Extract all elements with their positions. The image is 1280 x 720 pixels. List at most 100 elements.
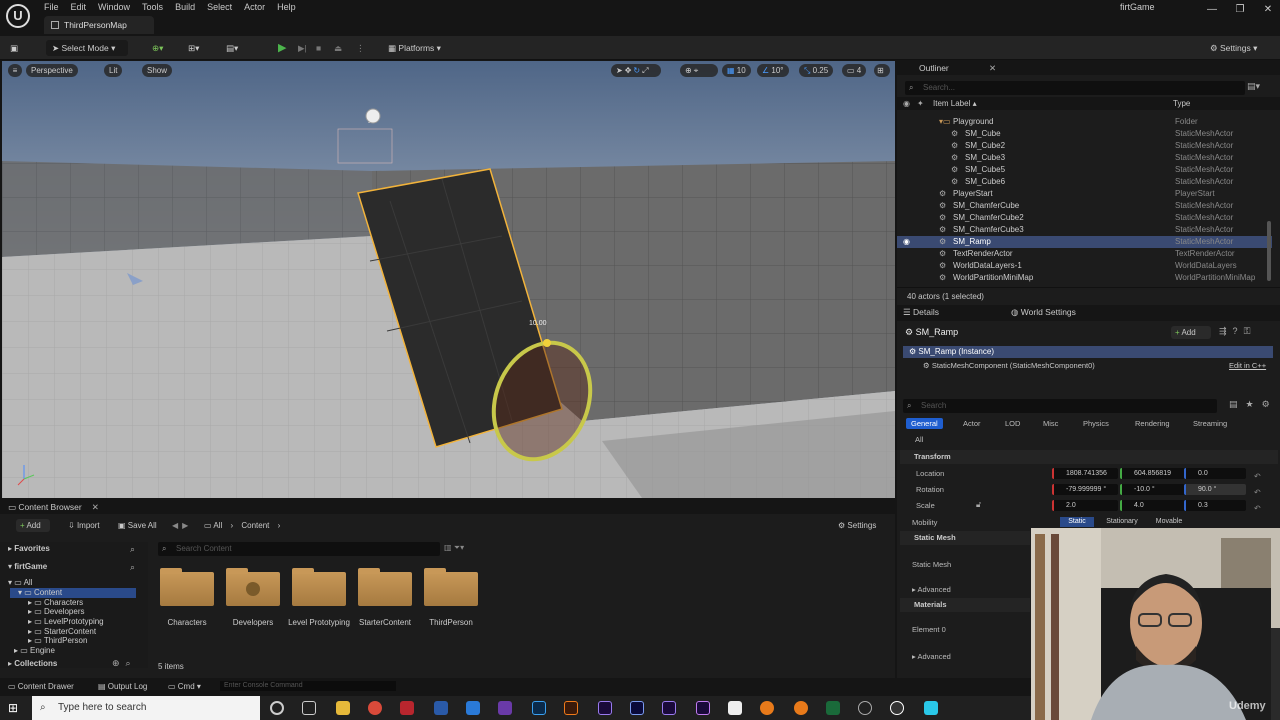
rotation-y-field[interactable]: -10.0 ° [1120,484,1186,495]
visibility-icon[interactable]: ◉ [903,97,910,110]
cortana-icon[interactable] [270,701,284,715]
visibility-icon[interactable]: ◉ [903,236,910,248]
folder-third-person-icon[interactable] [424,568,478,606]
outliner-row[interactable]: ⚙ WorldDataLayers-1 WorldDataLayers [897,260,1272,272]
app-icon-circle[interactable] [858,701,872,715]
perspective-button[interactable]: Perspective [26,64,78,77]
media-encoder-icon[interactable] [662,701,676,715]
minimize-icon[interactable]: — [1198,4,1226,15]
component-row[interactable]: ⚙ StaticMeshComponent (StaticMeshCompone… [923,361,1095,370]
premiere-icon[interactable] [598,701,612,715]
filter-lod[interactable]: LOD [1000,418,1025,429]
maximize-icon[interactable]: ❐ [1226,4,1254,15]
reset-rotation-icon[interactable]: ↶ [1254,485,1261,501]
content-browser-tab[interactable]: ▭ Content Browser ✕ [8,502,99,513]
scale-x-field[interactable]: 2.0 [1052,500,1118,511]
unreal-logo-icon[interactable]: U [6,4,30,28]
tab-world-settings[interactable]: ◍ World Settings [1011,307,1076,318]
outliner-row[interactable]: ⚙ SM_Cube6 StaticMeshActor [897,176,1272,188]
col-item-label[interactable]: Item Label ▴ [933,97,977,110]
filter-physics[interactable]: Physics [1078,418,1114,429]
output-log-button[interactable]: ▤ Output Log [98,682,147,691]
add-component-button[interactable]: + Add [1171,326,1211,339]
outliner-row[interactable]: ⚙ WorldPartitionMiniMap WorldPartitionMini… [897,272,1272,284]
filter-icon[interactable]: ▥ ⏷▾ [444,543,464,553]
app-icon-green[interactable] [826,701,840,715]
close-window-icon[interactable]: ✕ [1254,4,1280,15]
close-tab-icon[interactable]: ✕ [92,502,99,512]
transform-tools-group[interactable]: ➤✥↻⤢ [611,64,661,77]
menu-select[interactable]: Select [207,2,232,12]
mobility-static[interactable]: Static [1060,517,1094,527]
location-label[interactable]: Location [916,469,944,478]
search-icon[interactable]: ⌕ [126,658,137,668]
maximize-viewport-icon[interactable]: ⊞ [874,64,890,77]
app-icon-blue[interactable] [434,701,448,715]
camera-speed-button[interactable]: ▭ 4 [842,64,867,77]
blender-icon[interactable] [760,701,774,715]
filter-streaming[interactable]: Streaming [1188,418,1232,429]
chrome-icon[interactable] [368,701,382,715]
after-effects-icon[interactable] [696,701,710,715]
outliner-row[interactable]: ⚙ SM_ChamferCube2 StaticMeshActor [897,212,1272,224]
illustrator-icon[interactable] [564,701,578,715]
app-icon-cyan[interactable] [924,701,938,715]
outliner-row[interactable]: ⚙ SM_Cube3 StaticMeshActor [897,152,1272,164]
outliner-row[interactable]: ⚙ SM_Ramp StaticMeshActor ◉ [897,236,1272,248]
outliner-row[interactable]: ▾▭ Playground Folder [897,116,1272,128]
photoshop-icon[interactable] [532,701,546,715]
folder-developers-icon[interactable] [226,568,280,606]
tree-third-person[interactable]: ▸ ▭ ThirdPerson [28,636,87,646]
lit-button[interactable]: Lit [104,64,123,77]
scale-tool-icon[interactable]: ⤢ [642,66,650,75]
select-tool-icon[interactable]: ➤ [616,66,625,75]
rotation-label[interactable]: Rotation [916,485,944,494]
skip-icon[interactable]: ▶| [298,40,310,56]
menu-file[interactable]: File [44,2,59,12]
menu-actor[interactable]: Actor [244,2,265,12]
menu-build[interactable]: Build [175,2,195,12]
viewport-menu-icon[interactable]: ≡ [8,64,22,77]
windows-start-icon[interactable]: ⊞ [8,701,22,715]
settings-button[interactable]: ⚙ Settings ▾ [1210,40,1274,56]
show-button[interactable]: Show [142,64,173,77]
outliner-row[interactable]: ⚙ PlayerStart PlayerStart [897,188,1272,200]
scale-z-field[interactable]: 0.3 [1184,500,1246,511]
scale-snap-button[interactable]: ⤡ 0.25 [799,64,834,77]
folder-starter-content-icon[interactable] [358,568,412,606]
cmd-dropdown[interactable]: ▭ Cmd ▾ [168,682,201,691]
select-mode-button[interactable]: ➤ Select Mode ▾ [46,40,128,56]
search-icon[interactable]: ⌕ [130,562,135,573]
level-viewport[interactable]: 10.00 [2,61,895,498]
console-command-input[interactable]: Enter Console Command [220,681,396,691]
outliner-row[interactable]: ⚙ SM_Cube5 StaticMeshActor [897,164,1272,176]
surface-snap-icon[interactable]: ⌖ [694,66,701,75]
tree-engine[interactable]: ▸ ▭ Engine [14,646,55,656]
menu-help[interactable]: Help [277,2,296,12]
folder-level-prototyping-icon[interactable] [292,568,346,606]
stop-icon[interactable]: ■ [316,40,328,56]
file-explorer-icon[interactable] [336,701,350,715]
location-y-field[interactable]: 604.856819 [1120,468,1186,479]
forward-icon[interactable]: ▶ [182,521,192,530]
outliner-scrollbar[interactable] [1267,221,1271,281]
notepad-icon[interactable] [728,701,742,715]
more-options-icon[interactable]: ⋮ [356,40,365,56]
menu-window[interactable]: Window [98,2,130,12]
outliner-row[interactable]: ⚙ SM_ChamferCube StaticMeshActor [897,200,1272,212]
pin-icon[interactable]: ✦ [917,97,924,110]
vscode-icon[interactable] [466,701,480,715]
reset-scale-icon[interactable]: ↶ [1254,501,1261,517]
filter-general[interactable]: General [906,418,943,429]
visual-studio-icon[interactable] [498,701,512,715]
platforms-button[interactable]: ▦ Platforms ▾ [388,40,452,56]
outliner-row[interactable]: ⚙ SM_Cube StaticMeshActor [897,128,1272,140]
tree-content[interactable]: ▾ ▭ Content [10,588,136,598]
outliner-search-input[interactable]: ⌕ Search... [905,81,1245,95]
blueprint-convert-icon[interactable]: ⇶ [1219,326,1233,336]
back-icon[interactable]: ◀ [172,521,182,530]
filter-rendering[interactable]: Rendering [1130,418,1175,429]
table-view-icon[interactable]: ▤ [1229,399,1246,409]
task-view-icon[interactable] [302,701,316,715]
blueprint-icon[interactable]: ⊞▾ [188,40,210,56]
